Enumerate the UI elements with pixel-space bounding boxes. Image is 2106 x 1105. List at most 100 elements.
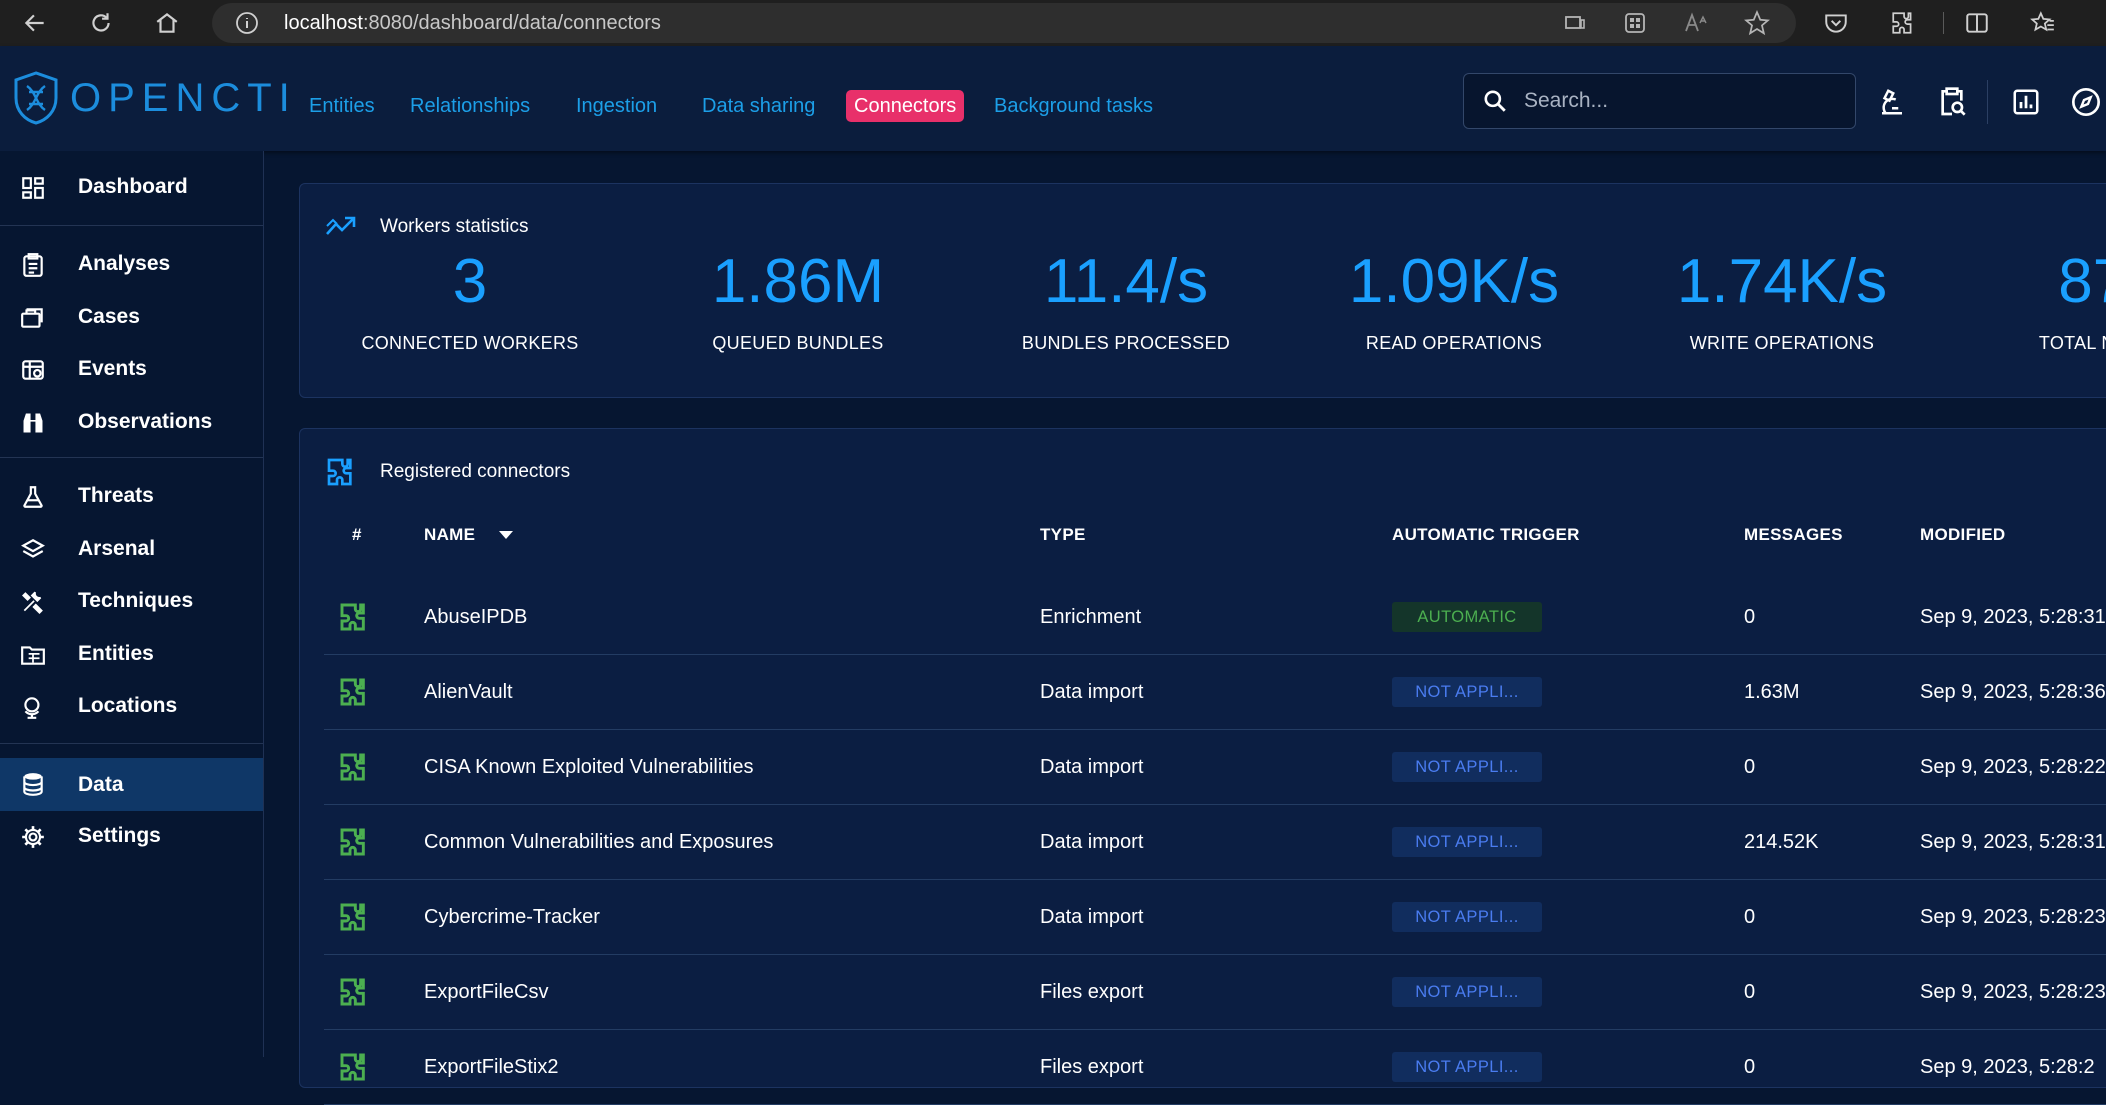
clipboard-search-icon[interactable] [1934, 84, 1970, 120]
sidebar-divider [0, 457, 263, 458]
connector-messages: 0 [1744, 756, 1756, 778]
stat-value: 1.86M [711, 247, 885, 316]
connector-modified: Sep 9, 2023, 5:28:36 [1920, 681, 2106, 703]
back-button[interactable] [18, 6, 52, 40]
stat-value: 1.09K/s [1348, 247, 1560, 316]
connector-name: Cybercrime-Tracker [424, 906, 600, 928]
pocket-icon[interactable] [1821, 8, 1851, 38]
gear-icon [22, 826, 44, 848]
app-top-bar: OPENCTI Entities Relationships Ingestion… [0, 46, 2106, 151]
table-row[interactable]: AlienVault Data import NOT APPLI... 1.63M Se… [324, 654, 2106, 730]
reload-icon [92, 13, 110, 32]
sidebar-item-dashboard[interactable]: Dashboard [0, 162, 263, 212]
sidebar-item-observations[interactable]: Observations [0, 397, 263, 447]
favorite-star-icon[interactable] [1742, 8, 1772, 38]
connector-puzzle-icon [340, 1053, 365, 1081]
home-button[interactable] [150, 6, 184, 40]
flask-icon [23, 486, 43, 508]
nav-relationships[interactable]: Relationships [402, 90, 538, 122]
compass-icon[interactable] [2068, 84, 2104, 120]
binoculars-icon [23, 413, 43, 433]
sidebar-item-analyses[interactable]: Analyses [0, 239, 263, 289]
connector-puzzle-icon [340, 903, 365, 931]
analytics-chart-icon[interactable] [2008, 84, 2044, 120]
apps-grid-icon[interactable] [1620, 8, 1650, 38]
sidebar-label: Settings [78, 824, 161, 847]
connector-modified: Sep 9, 2023, 5:28:23 [1920, 981, 2106, 1003]
search-box[interactable] [1463, 73, 1856, 129]
logo-text: OPENCTI [70, 75, 297, 120]
reload-button[interactable] [84, 6, 118, 40]
stat-bundles-processed: 11.4/s BUNDLES PROCESSED [966, 251, 1286, 354]
table-row[interactable]: CISA Known Exploited Vulnerabilities Data… [324, 729, 2106, 805]
column-header-name[interactable]: NAME [424, 525, 514, 545]
url-path: :8080/dashboard/data/connectors [362, 11, 661, 34]
trend-chart-icon [326, 216, 356, 235]
trigger-badge: NOT APPLI... [1392, 677, 1542, 707]
stat-queued-bundles: 1.86M QUEUED BUNDLES [638, 251, 958, 354]
split-screen-icon[interactable] [1962, 8, 1992, 38]
sidebar-item-arsenal[interactable]: Arsenal [0, 524, 263, 574]
layers-icon [21, 539, 45, 558]
sidebar-item-data[interactable]: Data [0, 758, 263, 811]
search-input[interactable] [1522, 88, 1846, 114]
sidebar-label: Observations [78, 410, 213, 433]
read-aloud-icon[interactable] [1682, 8, 1712, 38]
connector-type: Data import [1040, 906, 1144, 928]
sidebar-label: Arsenal [78, 537, 156, 560]
column-header-modified[interactable]: MODIFIED [1920, 525, 2006, 545]
table-row[interactable]: Cybercrime-Tracker Data import NOT APPLI..… [324, 879, 2106, 955]
opencti-logo[interactable]: OPENCTI [12, 70, 297, 126]
sidebar-item-threats[interactable]: Threats [0, 471, 263, 521]
column-header-messages[interactable]: MESSAGES [1744, 525, 1843, 545]
sort-descending-icon[interactable] [499, 530, 514, 540]
nav-ingestion[interactable]: Ingestion [568, 90, 665, 122]
folder-table-icon [21, 646, 45, 665]
stat-value: 11.4/s [1043, 247, 1209, 316]
sidebar-item-cases[interactable]: Cases [0, 292, 263, 342]
microscope-icon[interactable] [1874, 84, 1910, 120]
stat-write-operations: 1.74K/s WRITE OPERATIONS [1622, 251, 1942, 354]
connector-type: Enrichment [1040, 606, 1142, 628]
trigger-badge: AUTOMATIC [1392, 602, 1542, 632]
column-header-trigger[interactable]: AUTOMATIC TRIGGER [1392, 525, 1580, 545]
app-available-icon[interactable] [1560, 8, 1590, 38]
table-row[interactable]: AbuseIPDB Enrichment AUTOMATIC 0 Sep 9, 2023… [324, 579, 2106, 655]
sidebar-item-events[interactable]: Events [0, 344, 263, 394]
analyses-icon [23, 253, 43, 277]
stat-value: 875 [2058, 247, 2106, 316]
favorites-icon[interactable] [2028, 8, 2058, 38]
address-bar[interactable]: localhost:8080/dashboard/data/connectors [212, 3, 1796, 43]
extensions-icon[interactable] [1888, 8, 1918, 38]
column-header-type[interactable]: TYPE [1040, 525, 1086, 545]
sidebar-item-settings[interactable]: Settings [0, 811, 263, 861]
url-text: localhost:8080/dashboard/data/connectors [284, 12, 661, 35]
connector-name: AlienVault [424, 681, 513, 703]
connector-name: ExportFileCsv [424, 981, 549, 1003]
stat-label: TOTAL NUMBER [2038, 333, 2106, 353]
stat-label: READ OPERATIONS [1365, 333, 1543, 353]
table-row[interactable]: ExportFileCsv Files export NOT APPLI... 0 Se… [324, 954, 2106, 1030]
nav-background-tasks[interactable]: Background tasks [986, 90, 1161, 122]
nav-connectors[interactable]: Connectors [846, 90, 965, 122]
table-row[interactable]: ExportFileStix2 Files export NOT APPLI... 0… [324, 1029, 2106, 1105]
home-icon [156, 12, 178, 33]
table-row[interactable]: Common Vulnerabilities and Exposures Data… [324, 804, 2106, 880]
toolbar-separator [1943, 12, 1944, 34]
connector-puzzle-icon [340, 678, 365, 706]
stat-label: CONNECTED WORKERS [361, 333, 579, 353]
sidebar-item-locations[interactable]: Locations [0, 681, 263, 731]
stat-connected-workers: 3 CONNECTED WORKERS [310, 251, 630, 354]
arrow-left-icon [24, 14, 44, 32]
browser-toolbar: localhost:8080/dashboard/data/connectors [0, 0, 2106, 46]
sidebar-label: Techniques [78, 589, 194, 612]
site-info-icon[interactable] [234, 10, 260, 36]
sidebar-item-techniques[interactable]: Techniques [0, 576, 263, 626]
connectors-panel-title: Registered connectors [380, 461, 571, 482]
nav-entities[interactable]: Entities [301, 90, 383, 122]
nav-data-sharing[interactable]: Data sharing [694, 90, 823, 122]
sidebar-item-entities[interactable]: Entities [0, 629, 263, 679]
sidebar-divider [0, 743, 263, 744]
sidebar-label: Threats [78, 484, 154, 507]
connector-puzzle-icon [340, 978, 365, 1006]
